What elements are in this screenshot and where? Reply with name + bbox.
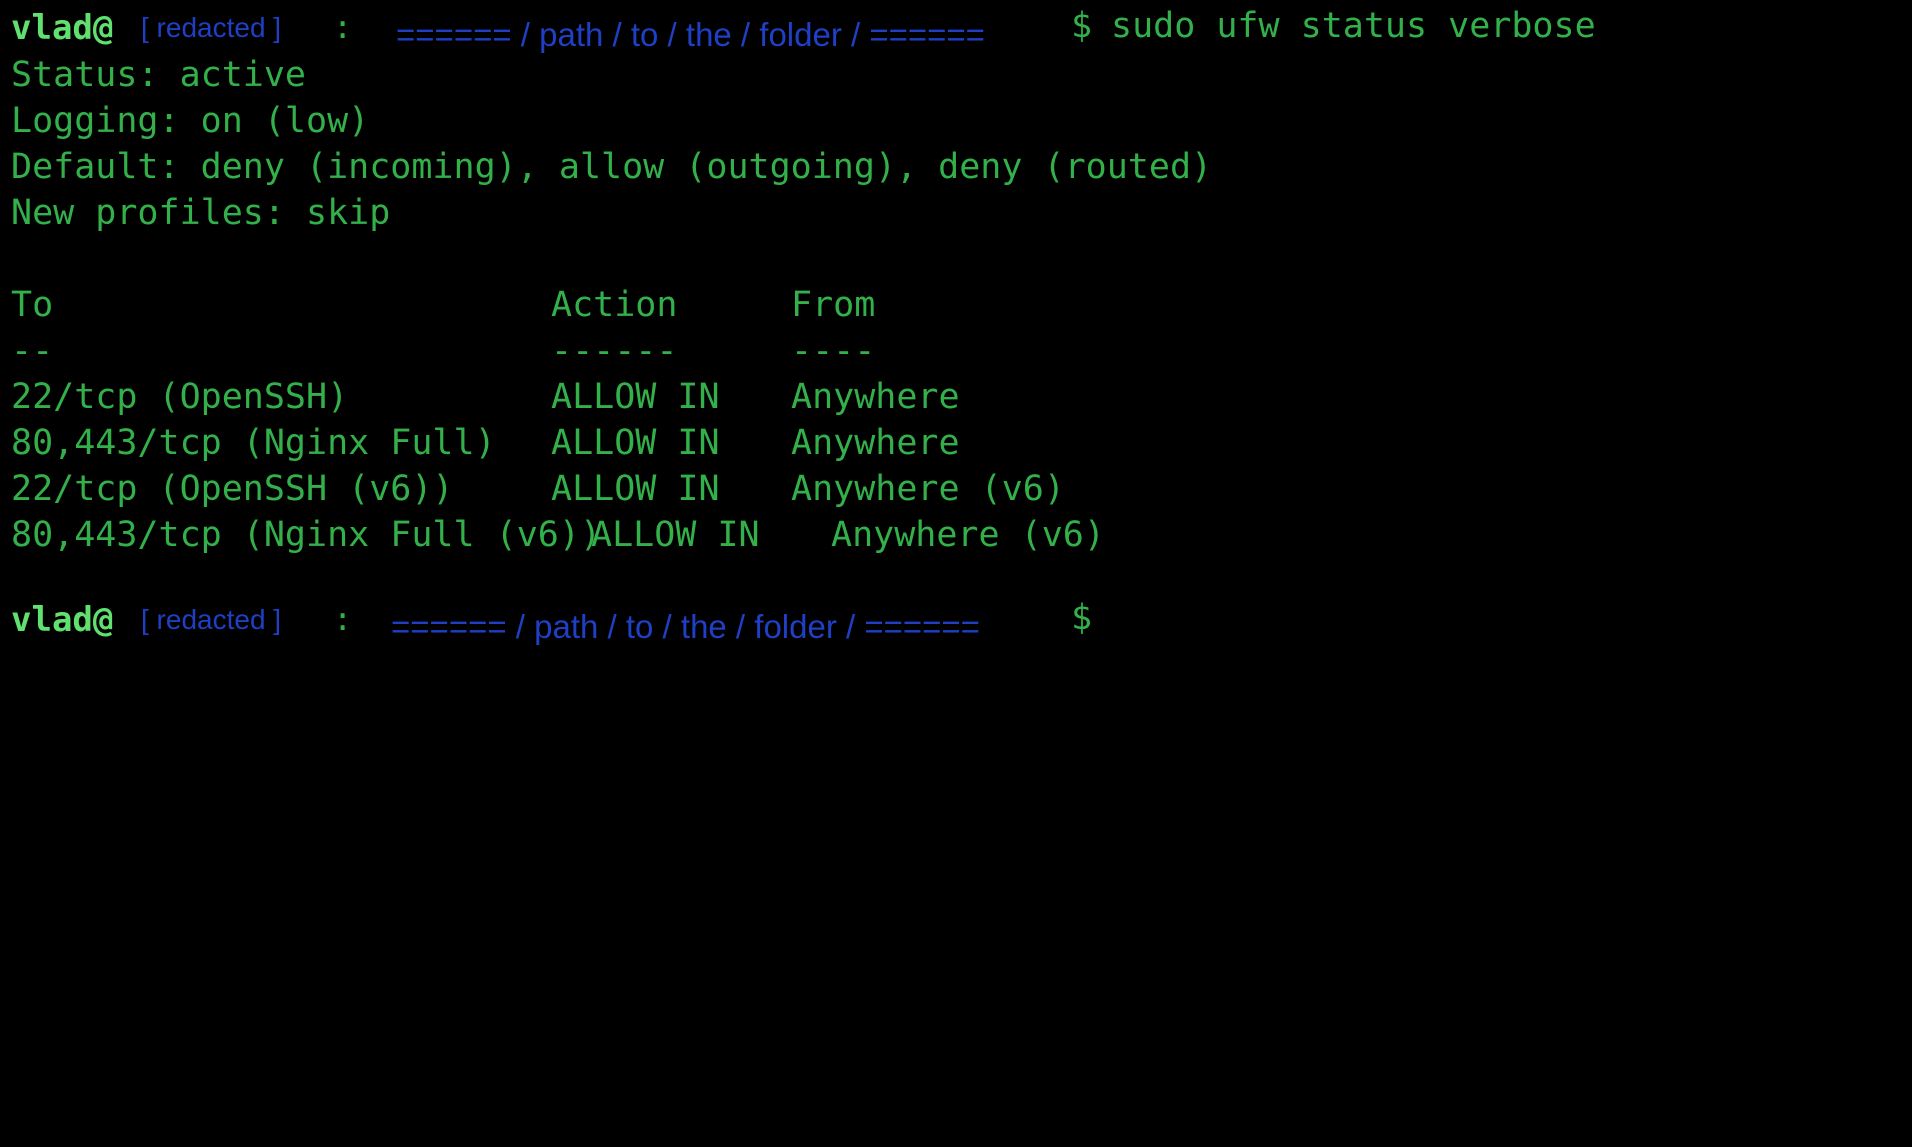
table-row: 80,443/tcp (Nginx Full (v6)) ALLOW IN An… xyxy=(11,512,1211,558)
rules-table-header: To Action From xyxy=(11,282,1211,328)
output-status: Status: active xyxy=(11,55,307,95)
divider-from: ---- xyxy=(791,331,876,371)
prompt-separator: : xyxy=(333,8,353,46)
rule-to: 80,443/tcp (Nginx Full (v6)) xyxy=(11,515,602,555)
prompt-line-command: vlad@ [ redacted ] : ====== / path / to … xyxy=(11,6,1596,53)
command-text: sudo ufw status verbose xyxy=(1111,6,1596,46)
header-action: Action xyxy=(551,285,678,325)
table-row: 22/tcp (OpenSSH) ALLOW IN Anywhere xyxy=(11,374,1211,420)
rule-from: Anywhere xyxy=(791,423,960,463)
rule-from: Anywhere (v6) xyxy=(791,469,1065,509)
rule-action: ALLOW IN xyxy=(591,515,760,555)
prompt-path: ====== / path / to / the / folder / ====… xyxy=(396,16,985,53)
table-row: 22/tcp (OpenSSH (v6)) ALLOW IN Anywhere … xyxy=(11,466,1211,512)
prompt-user: vlad@ xyxy=(11,8,114,48)
table-row: 80,443/tcp (Nginx Full) ALLOW IN Anywher… xyxy=(11,420,1211,466)
output-new-profiles: New profiles: skip xyxy=(11,193,391,233)
prompt-symbol: $ xyxy=(1071,598,1093,638)
rule-from: Anywhere xyxy=(791,377,960,417)
divider-action: ------ xyxy=(551,331,678,371)
output-logging: Logging: on (low) xyxy=(11,101,370,141)
terminal-window[interactable]: vlad@ [ redacted ] : ====== / path / to … xyxy=(0,0,1912,1147)
prompt-line-idle[interactable]: vlad@ [ redacted ] : ====== / path / to … xyxy=(11,598,1211,645)
rule-action: ALLOW IN xyxy=(551,423,720,463)
rule-to: 22/tcp (OpenSSH (v6)) xyxy=(11,469,454,509)
rule-to: 22/tcp (OpenSSH) xyxy=(11,377,349,417)
rule-action: ALLOW IN xyxy=(551,377,720,417)
prompt-separator: : xyxy=(333,600,353,638)
prompt-host: [ redacted ] xyxy=(141,12,282,43)
output-default: Default: deny (incoming), allow (outgoin… xyxy=(11,147,1213,187)
prompt-host: [ redacted ] xyxy=(141,604,282,635)
header-to: To xyxy=(11,285,54,325)
header-from: From xyxy=(791,285,876,325)
rule-to: 80,443/tcp (Nginx Full) xyxy=(11,423,496,463)
prompt-symbol: $ xyxy=(1071,6,1093,46)
prompt-user: vlad@ xyxy=(11,600,114,640)
divider-to: -- xyxy=(11,331,54,371)
rule-from: Anywhere (v6) xyxy=(831,515,1105,555)
rules-table-divider: -- ------ ---- xyxy=(11,328,1211,374)
rule-action: ALLOW IN xyxy=(551,469,720,509)
prompt-path: ====== / path / to / the / folder / ====… xyxy=(391,608,980,645)
